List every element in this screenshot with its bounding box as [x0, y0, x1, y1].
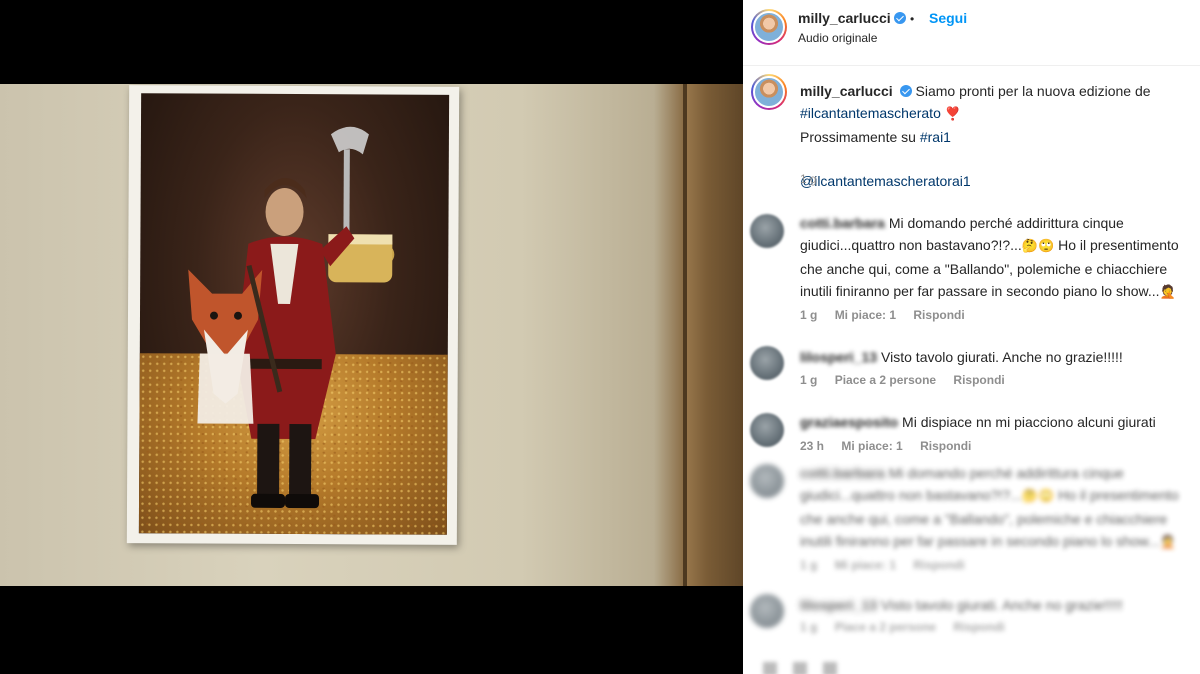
- comment-time[interactable]: 1 g: [800, 373, 817, 387]
- action-icons-row[interactable]: [763, 662, 853, 674]
- commenter-avatar[interactable]: [750, 464, 784, 498]
- comment-meta: 1 g Mi piace: 1 Rispondi: [800, 558, 965, 572]
- comment-text: lilosperi_13 Visto tavolo giurati. Anche …: [800, 597, 1123, 613]
- heart-exclamation-emoji: ❣️: [944, 107, 961, 122]
- poster-photo: [126, 85, 460, 545]
- caption-line-2: Prossimamente su: [800, 129, 916, 145]
- hashtag-link[interactable]: #rai1: [920, 129, 951, 145]
- commenter-avatar[interactable]: [750, 214, 784, 248]
- comment-meta: 1 g Mi piace: 1 Rispondi: [800, 308, 979, 322]
- hashtag-link[interactable]: #ilcantantemascherato: [800, 105, 941, 121]
- comment-time[interactable]: 1 g: [800, 308, 817, 322]
- verified-badge-icon: [893, 12, 906, 24]
- comment-text: graziaesposito Mi dispiace nn mi piaccion…: [800, 414, 1156, 430]
- video-player[interactable]: [0, 0, 743, 674]
- commenter-avatar[interactable]: [750, 594, 784, 628]
- door-edge: [683, 84, 743, 586]
- separator-dot: •: [910, 12, 915, 26]
- winner-figure: [188, 126, 395, 509]
- comment-text: lilosperi_13 Visto tavolo giurati. Anche …: [800, 349, 1123, 365]
- caption-username[interactable]: milly_carlucci: [800, 83, 893, 99]
- comment-meta: 23 h Mi piace: 1 Rispondi: [800, 439, 985, 453]
- commenter-avatar[interactable]: [750, 346, 784, 380]
- comment-text: cotti.barbara Mi domando perché addirittu…: [800, 465, 1179, 550]
- caption-line-1: Siamo pronti per la nuova edizione de: [915, 83, 1151, 99]
- commenter-username[interactable]: lilosperi_13: [800, 349, 877, 365]
- caption-timestamp[interactable]: 1 g: [800, 172, 817, 186]
- thinking-emoji: 🤔: [1021, 239, 1039, 254]
- video-frame[interactable]: [0, 84, 743, 586]
- comment-likes[interactable]: Mi piace: 1: [841, 439, 902, 453]
- post-panel: milly_carlucci • Segui Audio originale m…: [743, 0, 1200, 674]
- caption-avatar[interactable]: [751, 74, 787, 110]
- author-username-row: milly_carlucci: [798, 10, 906, 28]
- commenter-username[interactable]: graziaesposito: [800, 414, 898, 430]
- commenter-avatar[interactable]: [750, 413, 784, 447]
- poster-image: [138, 93, 450, 535]
- reply-button[interactable]: Rispondi: [920, 439, 971, 453]
- reply-button[interactable]: Rispondi: [953, 373, 1004, 387]
- comment-meta: 1 g Piace a 2 persone Rispondi: [800, 373, 1019, 387]
- comment-time[interactable]: 23 h: [800, 439, 824, 453]
- reply-button[interactable]: Rispondi: [913, 308, 964, 322]
- facepalm-emoji: 🤦: [1159, 285, 1176, 300]
- commenter-username[interactable]: cotti.barbara: [800, 215, 885, 231]
- comment-meta: 1 g Piace a 2 persone Rispondi: [800, 620, 1005, 634]
- mention-link[interactable]: @ilcantantemascheratorai1: [800, 173, 971, 189]
- author-username[interactable]: milly_carlucci: [798, 10, 891, 26]
- verified-badge-icon: [899, 85, 912, 97]
- audio-label[interactable]: Audio originale: [798, 31, 877, 45]
- comment-text: cotti.barbara Mi domando perché addirittu…: [800, 215, 1179, 300]
- follow-button[interactable]: Segui: [929, 10, 967, 26]
- comment-likes[interactable]: Mi piace: 1: [835, 308, 896, 322]
- eyeroll-emoji: 🙄: [1038, 239, 1055, 254]
- caption-text: milly_carlucci Siamo pronti per la nuova…: [800, 80, 1190, 192]
- post-header: milly_carlucci • Segui Audio originale: [743, 0, 1200, 66]
- author-avatar[interactable]: [751, 9, 787, 45]
- comment-likes[interactable]: Piace a 2 persone: [835, 373, 936, 387]
